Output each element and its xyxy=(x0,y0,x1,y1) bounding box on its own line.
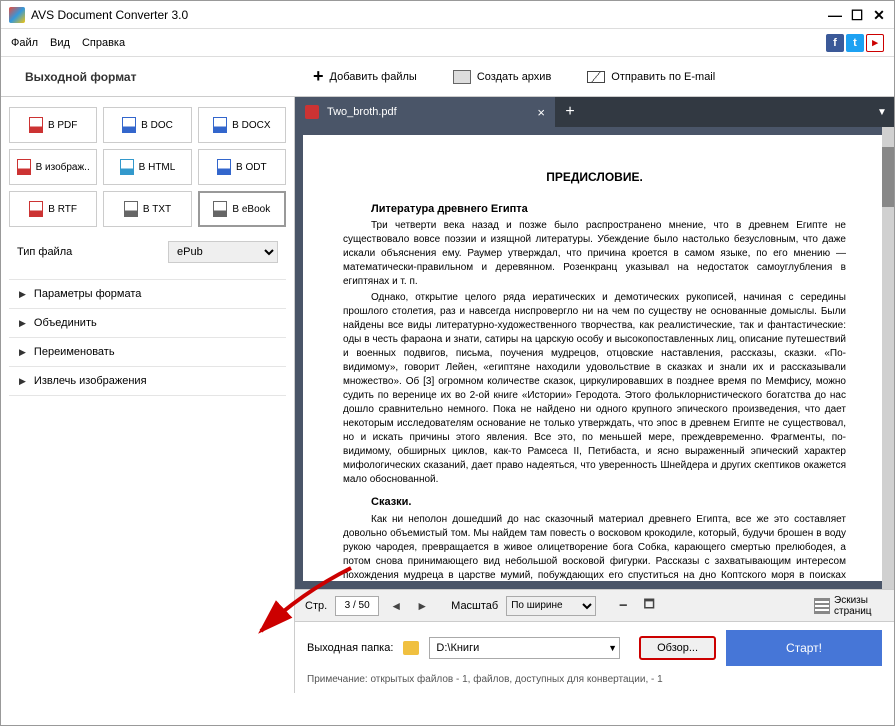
window-title: AVS Document Converter 3.0 xyxy=(31,8,828,22)
doc-subhead-1: Литература древнего Египта xyxy=(343,202,846,217)
pdf-tab-icon xyxy=(305,105,319,119)
doc-para: Как ни неполон дошедший до нас сказочный… xyxy=(343,513,846,581)
chevron-down-icon[interactable]: ▼ xyxy=(608,643,617,653)
txt-icon xyxy=(124,201,138,217)
filetype-select[interactable]: ePub xyxy=(168,241,278,263)
page-label: Стр. xyxy=(305,600,327,612)
status-note: Примечание: открытых файлов - 1, файлов,… xyxy=(307,674,882,685)
thumbnails-button[interactable]: Эскизы страниц xyxy=(814,595,884,617)
menu-view[interactable]: Вид xyxy=(50,37,70,49)
document-page: ПРЕДИСЛОВИЕ. Литература древнего Египта … xyxy=(303,135,886,581)
minimize-button[interactable]: — xyxy=(828,8,842,22)
ebook-icon xyxy=(213,201,227,217)
image-icon xyxy=(17,159,31,175)
zoom-select[interactable]: По ширине xyxy=(506,596,596,616)
accordion-rename[interactable]: ▶Переименовать xyxy=(9,338,286,367)
tab-dropdown-icon[interactable]: ▼ xyxy=(870,97,894,127)
maximize-button[interactable]: ☐ xyxy=(850,8,864,22)
archive-icon xyxy=(453,70,471,84)
send-email-button[interactable]: Отправить по E-mail xyxy=(569,57,733,96)
document-tab[interactable]: Two_broth.pdf × xyxy=(295,97,555,127)
zoom-label: Масштаб xyxy=(451,600,498,612)
format-doc-button[interactable]: В DOC xyxy=(103,107,191,143)
chevron-right-icon: ▶ xyxy=(19,376,26,387)
accordion-extract-images[interactable]: ▶Извлечь изображения xyxy=(9,367,286,396)
doc-para: Три четверти века назад и позже было рас… xyxy=(343,219,846,289)
document-viewport: ПРЕДИСЛОВИЕ. Литература древнего Египта … xyxy=(295,127,894,589)
zoom-in-icon[interactable]: 🗖 xyxy=(640,597,658,615)
sidebar: В PDF В DOC В DOCX В изображ.. В HTML В … xyxy=(1,97,295,693)
browse-button[interactable]: Обзор... xyxy=(639,636,716,660)
plus-icon: + xyxy=(313,66,324,87)
email-icon xyxy=(587,71,605,83)
tab-close-icon[interactable]: × xyxy=(537,105,545,120)
add-files-button[interactable]: + Добавить файлы xyxy=(295,57,435,96)
bottom-panel: Выходная папка: ▼ Обзор... Старт! Примеч… xyxy=(295,621,894,693)
zoom-out-icon[interactable]: 🗕 xyxy=(614,597,632,615)
titlebar: AVS Document Converter 3.0 — ☐ ✕ xyxy=(1,1,894,29)
vertical-scrollbar[interactable] xyxy=(882,127,894,589)
format-rtf-button[interactable]: В RTF xyxy=(9,191,97,227)
html-icon xyxy=(120,159,134,175)
archive-label: Создать архив xyxy=(477,71,551,83)
preview-pane: Two_broth.pdf × + ▼ ПРЕДИСЛОВИЕ. Литерат… xyxy=(295,97,894,693)
close-button[interactable]: ✕ xyxy=(872,8,886,22)
format-pdf-button[interactable]: В PDF xyxy=(9,107,97,143)
app-icon xyxy=(9,7,25,23)
page-controls: Стр. ◄ ► Масштаб По ширине 🗕 🗖 Эскизы ст… xyxy=(295,589,894,621)
chevron-right-icon: ▶ xyxy=(19,289,26,300)
accordion-format-params[interactable]: ▶Параметры формата xyxy=(9,280,286,309)
youtube-icon[interactable]: ▸ xyxy=(866,34,884,52)
tab-label: Two_broth.pdf xyxy=(327,106,397,118)
menu-help[interactable]: Справка xyxy=(82,37,125,49)
filetype-label: Тип файла xyxy=(17,246,168,258)
twitter-icon[interactable]: t xyxy=(846,34,864,52)
doc-para: Однако, открытие целого ряда иератически… xyxy=(343,291,846,487)
next-page-icon[interactable]: ► xyxy=(413,597,431,615)
output-format-header: Выходной формат xyxy=(1,70,295,84)
tabbar: Two_broth.pdf × + ▼ xyxy=(295,97,894,127)
menubar: Файл Вид Справка f t ▸ xyxy=(1,29,894,57)
format-html-button[interactable]: В HTML xyxy=(103,149,191,185)
doc-heading: ПРЕДИСЛОВИЕ. xyxy=(343,169,846,186)
rtf-icon xyxy=(29,201,43,217)
docx-icon xyxy=(213,117,227,133)
chevron-right-icon: ▶ xyxy=(19,318,26,329)
pdf-icon xyxy=(29,117,43,133)
format-txt-button[interactable]: В TXT xyxy=(103,191,191,227)
page-input[interactable] xyxy=(335,596,379,616)
scroll-thumb[interactable] xyxy=(882,147,894,207)
add-files-label: Добавить файлы xyxy=(330,71,417,83)
doc-subhead-2: Сказки. xyxy=(343,495,846,510)
output-folder-label: Выходная папка: xyxy=(307,642,393,654)
odt-icon xyxy=(217,159,231,175)
prev-page-icon[interactable]: ◄ xyxy=(387,597,405,615)
facebook-icon[interactable]: f xyxy=(826,34,844,52)
doc-icon xyxy=(122,117,136,133)
accordion-merge[interactable]: ▶Объединить xyxy=(9,309,286,338)
create-archive-button[interactable]: Создать архив xyxy=(435,57,569,96)
toolbar: Выходной формат + Добавить файлы Создать… xyxy=(1,57,894,97)
menu-file[interactable]: Файл xyxy=(11,37,38,49)
output-path-input[interactable] xyxy=(429,637,620,659)
thumbnails-icon xyxy=(814,598,830,614)
email-label: Отправить по E-mail xyxy=(611,71,715,83)
format-ebook-button[interactable]: В eBook xyxy=(198,191,286,227)
format-image-button[interactable]: В изображ.. xyxy=(9,149,97,185)
format-odt-button[interactable]: В ODT xyxy=(198,149,286,185)
chevron-right-icon: ▶ xyxy=(19,347,26,358)
add-tab-button[interactable]: + xyxy=(555,97,585,127)
start-button[interactable]: Старт! xyxy=(726,630,882,666)
folder-icon xyxy=(403,641,419,655)
format-docx-button[interactable]: В DOCX xyxy=(198,107,286,143)
